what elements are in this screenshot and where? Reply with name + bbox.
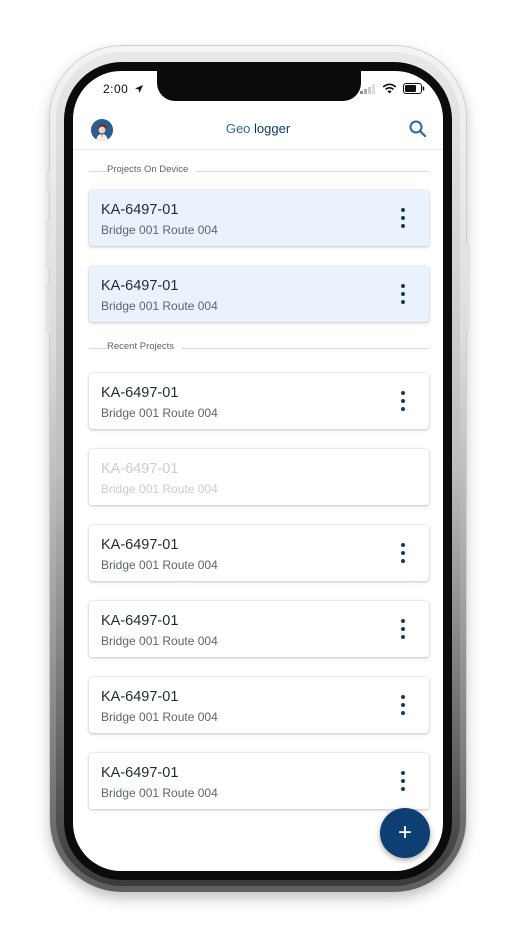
more-vertical-icon[interactable]: [397, 543, 409, 563]
recent-project-card[interactable]: KA-6497-01 Bridge 001 Route 004: [89, 677, 429, 733]
recent-project-card[interactable]: KA-6497-01 Bridge 001 Route 004: [89, 601, 429, 657]
battery-icon: [403, 83, 425, 94]
section-title-on-device: Projects On Device: [107, 164, 197, 175]
project-name: Bridge 001 Route 004: [101, 299, 218, 313]
wifi-icon: [382, 83, 397, 94]
mute-switch: [46, 170, 50, 192]
app-title-logger: logger: [254, 121, 291, 136]
power-button: [466, 244, 470, 330]
project-code: KA-6497-01: [101, 613, 179, 629]
signal-icon: [360, 83, 375, 94]
app-title-geo: Geo: [225, 121, 251, 136]
project-code: KA-6497-01: [101, 461, 179, 477]
volume-down-button: [46, 284, 50, 332]
section-header-recent: Recent Projects: [89, 341, 429, 355]
recent-project-card[interactable]: KA-6497-01 Bridge 001 Route 004: [89, 753, 429, 809]
project-code: KA-6497-01: [101, 689, 179, 705]
notch: [157, 71, 361, 101]
device-project-card[interactable]: KA-6497-01 Bridge 001 Route 004: [89, 266, 429, 322]
recent-project-card[interactable]: KA-6497-01 Bridge 001 Route 004: [89, 373, 429, 429]
project-name: Bridge 001 Route 004: [101, 482, 218, 496]
status-icons: [360, 83, 425, 94]
phone-screen: 2:00 Geo logger Projects On Device KA-64…: [73, 71, 443, 871]
project-name: Bridge 001 Route 004: [101, 223, 218, 237]
more-vertical-icon[interactable]: [397, 619, 409, 639]
volume-up-button: [46, 220, 50, 268]
recent-project-card[interactable]: KA-6497-01 Bridge 001 Route 004: [89, 525, 429, 581]
project-code: KA-6497-01: [101, 202, 179, 218]
location-arrow-icon: [135, 85, 144, 93]
project-code: KA-6497-01: [101, 278, 179, 294]
section-header-on-device: Projects On Device: [89, 164, 429, 178]
project-name: Bridge 001 Route 004: [101, 406, 218, 420]
project-name: Bridge 001 Route 004: [101, 558, 218, 572]
project-name: Bridge 001 Route 004: [101, 710, 218, 724]
project-code: KA-6497-01: [101, 765, 179, 781]
recent-project-card-disabled: KA-6497-01 Bridge 001 Route 004: [89, 449, 429, 505]
status-time-text: 2:00: [103, 82, 129, 96]
more-vertical-icon[interactable]: [397, 391, 409, 411]
project-code: KA-6497-01: [101, 385, 179, 401]
add-project-button[interactable]: +: [380, 808, 430, 858]
app-bar: Geo logger: [73, 111, 443, 150]
search-button[interactable]: [407, 118, 429, 140]
more-vertical-icon[interactable]: [397, 771, 409, 791]
device-project-card[interactable]: KA-6497-01 Bridge 001 Route 004: [89, 190, 429, 246]
add-icon: +: [397, 819, 412, 846]
more-vertical-icon[interactable]: [397, 284, 409, 304]
project-name: Bridge 001 Route 004: [101, 634, 218, 648]
section-title-recent: Recent Projects: [107, 341, 183, 352]
app-title: Geo logger: [73, 121, 443, 136]
more-vertical-icon[interactable]: [397, 695, 409, 715]
status-time: 2:00: [103, 82, 144, 96]
project-code: KA-6497-01: [101, 537, 179, 553]
project-name: Bridge 001 Route 004: [101, 786, 218, 800]
more-vertical-icon[interactable]: [397, 208, 409, 228]
search-icon: [409, 120, 427, 138]
